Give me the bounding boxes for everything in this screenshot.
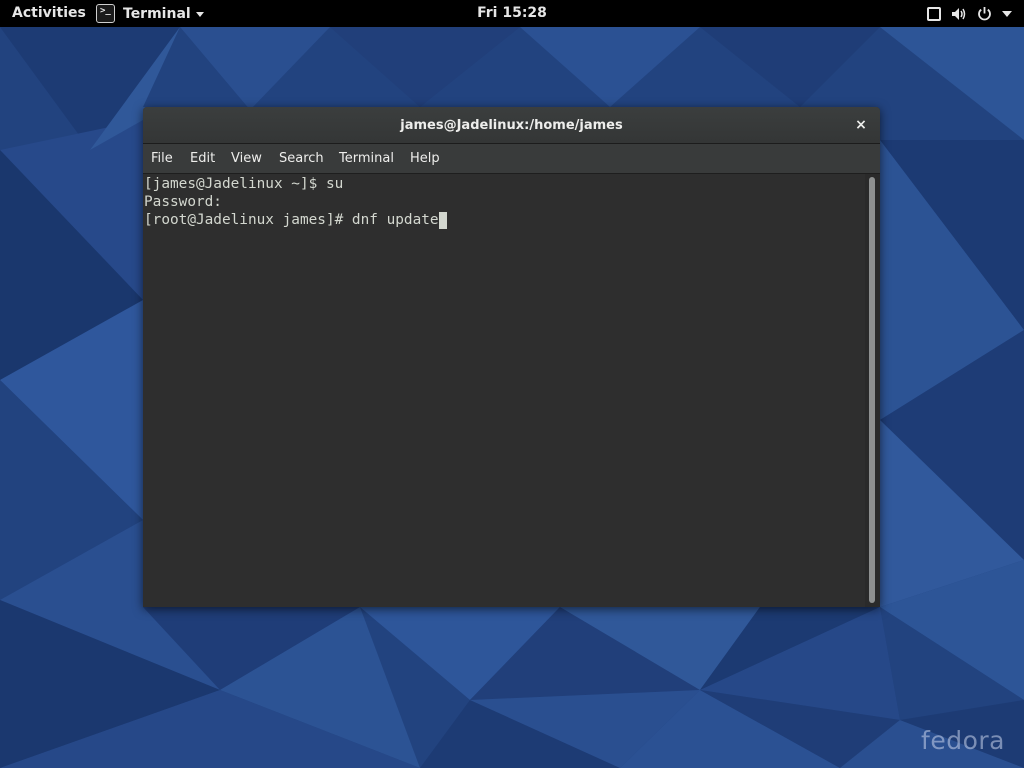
terminal-line: Password: (144, 194, 222, 210)
menu-terminal[interactable]: Terminal (339, 151, 394, 166)
window-title: james@Jadelinux:/home/james (400, 118, 623, 133)
chevron-down-icon (1002, 10, 1012, 17)
menu-view[interactable]: View (231, 151, 262, 166)
fedora-watermark: fedora (921, 726, 1005, 755)
menu-bar: File Edit View Search Terminal Help (143, 144, 880, 174)
top-bar: Activities >_ Terminal Fri 15:28 (0, 0, 1024, 27)
terminal-line: [james@Jadelinux ~]$ su (144, 176, 344, 192)
terminal-window[interactable]: james@Jadelinux:/home/james × File Edit … (143, 107, 880, 607)
system-status-menu[interactable] (917, 2, 1012, 25)
menu-file[interactable]: File (151, 151, 173, 166)
terminal-prompt-line: [root@Jadelinux james]# dnf update (144, 211, 865, 229)
terminal-command: [root@Jadelinux james]# dnf update (144, 212, 439, 228)
scrollbar-thumb[interactable] (869, 177, 875, 603)
menu-search[interactable]: Search (279, 151, 324, 166)
menu-edit[interactable]: Edit (190, 151, 215, 166)
terminal-output[interactable]: [james@Jadelinux ~]$ su Password: [root@Ja… (143, 174, 865, 607)
clock[interactable]: Fri 15:28 (0, 5, 1024, 21)
menu-help[interactable]: Help (410, 151, 440, 166)
volume-icon (951, 7, 967, 21)
close-icon[interactable]: × (852, 116, 870, 134)
window-icon (927, 6, 941, 21)
text-cursor (438, 212, 447, 229)
power-icon (977, 6, 992, 21)
window-titlebar[interactable]: james@Jadelinux:/home/james × (143, 107, 880, 144)
scrollbar[interactable] (865, 174, 880, 607)
